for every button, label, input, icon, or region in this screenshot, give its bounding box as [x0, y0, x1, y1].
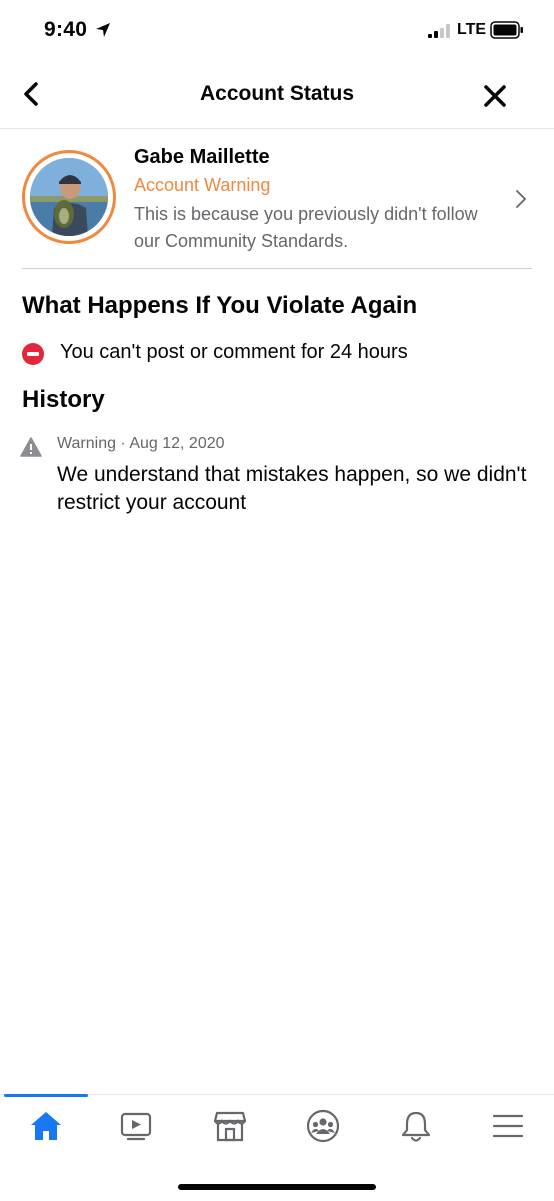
account-status-card[interactable]: Gabe Maillette Account Warning This is b…: [0, 130, 554, 268]
restriction-text: You can't post or comment for 24 hours: [60, 341, 408, 363]
warning-triangle-icon: [20, 437, 42, 457]
avatar-warning-ring: [22, 150, 116, 244]
avatar: [30, 158, 108, 236]
groups-icon[interactable]: [305, 1109, 341, 1143]
violate-again-heading: What Happens If You Violate Again: [22, 292, 418, 319]
page-title: Account Status: [199, 82, 354, 105]
account-warning-label: Account Warning: [134, 175, 271, 195]
history-item-meta: Warning · Aug 12, 2020: [57, 435, 225, 452]
video-icon[interactable]: [118, 1109, 154, 1143]
active-tab-indicator: [4, 1094, 88, 1097]
status-time: 9:40: [44, 18, 88, 41]
network-type: LTE: [457, 21, 487, 38]
home-icon[interactable]: [28, 1109, 64, 1143]
cellular-signal-icon: [428, 24, 450, 38]
chevron-right-icon: [516, 190, 526, 208]
history-item-text: We understand that mistakes happen, so w…: [57, 463, 527, 514]
no-entry-icon: [22, 343, 44, 365]
history-heading: History: [22, 386, 105, 413]
menu-icon[interactable]: [490, 1109, 526, 1143]
status-bar: 9:40 LTE: [0, 0, 554, 62]
profile-name: Gabe Maillette: [134, 146, 270, 168]
location-arrow-icon: [96, 23, 110, 37]
notifications-bell-icon[interactable]: [398, 1109, 434, 1143]
close-icon[interactable]: [481, 82, 509, 110]
home-indicator[interactable]: [178, 1184, 376, 1190]
battery-icon: [490, 21, 523, 39]
nav-header: Account Status: [0, 62, 554, 129]
marketplace-icon[interactable]: [212, 1109, 248, 1143]
warning-description: This is because you previously didn't fo…: [134, 204, 478, 251]
divider: [22, 268, 532, 269]
